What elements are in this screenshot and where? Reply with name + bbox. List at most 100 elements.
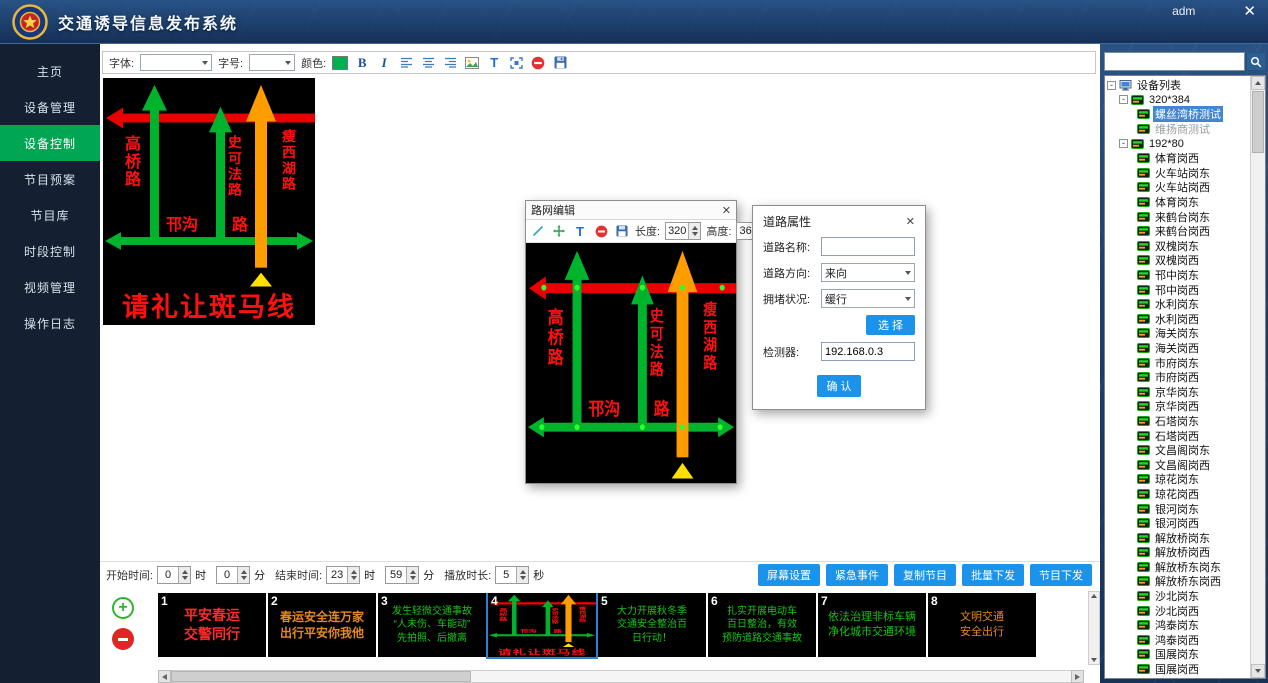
start-hour-spinner[interactable]: 0 (157, 566, 191, 584)
playlist-item[interactable]: 4高桥路史可法路瘦西湖路邗沟路请礼让斑马线 (488, 593, 596, 657)
tree-item[interactable]: 海关岗西 (1105, 341, 1251, 356)
align-left-icon[interactable] (398, 55, 414, 71)
tree-item[interactable]: 琼花岗东 (1105, 472, 1251, 487)
playlist-item[interactable]: 5大力开展秋冬季交通安全整治百日行动！ (598, 593, 706, 657)
spin-down-icon[interactable] (241, 576, 247, 580)
color-swatch[interactable] (332, 56, 348, 70)
tree-item[interactable]: 国展岗西 (1105, 662, 1251, 677)
tree-item[interactable]: 维扬商测试 (1105, 122, 1251, 137)
text-tool-button[interactable]: T (572, 223, 588, 239)
spin-down-icon[interactable] (182, 576, 188, 580)
sidebar-item[interactable]: 设备管理 (0, 89, 100, 125)
tree-item[interactable]: -320*384 (1105, 93, 1251, 108)
end-minute-spinner[interactable]: 59 (385, 566, 419, 584)
length-spinner[interactable]: 320 (665, 222, 701, 240)
tree-item[interactable]: 螺丝湾桥测试 (1105, 107, 1251, 122)
scrollbar-thumb[interactable] (171, 671, 471, 682)
spin-up-icon[interactable] (182, 570, 188, 574)
playlist-vertical-scrollbar[interactable] (1088, 591, 1100, 665)
tree-item[interactable]: 京华岗西 (1105, 399, 1251, 414)
tree-item[interactable]: -192*80 (1105, 136, 1251, 151)
tree-item[interactable]: 沙北岗西 (1105, 603, 1251, 618)
tree-item[interactable]: 鸿泰岗东 (1105, 618, 1251, 633)
scroll-left-button[interactable] (158, 670, 171, 683)
tree-item[interactable]: 来鹤台岗东 (1105, 209, 1251, 224)
action-button[interactable]: 节目下发 (1030, 564, 1092, 586)
font-select[interactable] (140, 54, 212, 71)
tree-item[interactable]: 水利岗东 (1105, 297, 1251, 312)
sidebar-item[interactable]: 操作日志 (0, 305, 100, 341)
tree-item[interactable]: 解放桥岗西 (1105, 545, 1251, 560)
tree-item[interactable]: 琼花岗西 (1105, 487, 1251, 502)
tree-item[interactable]: 石塔岗东 (1105, 414, 1251, 429)
remove-program-button[interactable] (112, 628, 134, 650)
playlist-item[interactable]: 1平安春运交警同行 (158, 593, 266, 657)
draw-line-icon[interactable] (530, 223, 546, 239)
playlist-item[interactable]: 2春运安全连万家出行平安你我他 (268, 593, 376, 657)
insert-image-icon[interactable] (464, 55, 480, 71)
tree-item[interactable]: 解放桥东岗西 (1105, 574, 1251, 589)
tree-item[interactable]: 市府岗西 (1105, 370, 1251, 385)
italic-button[interactable]: I (376, 55, 392, 71)
tree-item[interactable]: 水利岗西 (1105, 312, 1251, 327)
tree-item[interactable]: 解放桥东岗东 (1105, 560, 1251, 575)
spin-down-icon[interactable] (692, 232, 698, 236)
tree-item[interactable]: 国展岗东 (1105, 647, 1251, 662)
confirm-button[interactable]: 确 认 (817, 375, 860, 397)
sidebar-item[interactable]: 设备控制 (0, 125, 100, 161)
dialog-title-bar[interactable]: 路网编辑 ✕ (526, 201, 736, 220)
sidebar-item[interactable]: 节目预案 (0, 161, 100, 197)
tree-item[interactable]: 海关岗东 (1105, 326, 1251, 341)
tree-item[interactable]: 文昌阁岗东 (1105, 443, 1251, 458)
spin-down-icon[interactable] (351, 576, 357, 580)
playlist-item[interactable]: 6扎实开展电动车百日整治，有效预防道路交通事故 (708, 593, 816, 657)
remove-icon[interactable] (530, 55, 546, 71)
action-button[interactable]: 屏幕设置 (758, 564, 820, 586)
tree-item[interactable]: 解放桥岗东 (1105, 530, 1251, 545)
scrollbar-track[interactable] (171, 670, 1071, 683)
tree-item[interactable]: 体育岗东 (1105, 195, 1251, 210)
playlist-item[interactable]: 7依法治理非标车辆净化城市交通环境 (818, 593, 926, 657)
sidebar-item[interactable]: 节目库 (0, 197, 100, 233)
tree-item[interactable]: 火车站岗西 (1105, 180, 1251, 195)
collapse-toggle[interactable]: - (1107, 81, 1116, 90)
tree-item[interactable]: 文昌阁岗西 (1105, 457, 1251, 472)
collapse-toggle[interactable]: - (1119, 139, 1128, 148)
tree-item[interactable]: 体育岗西 (1105, 151, 1251, 166)
road-network-canvas[interactable]: 高桥路史可法路瘦西湖路邗沟路 (526, 243, 736, 483)
tree-item[interactable]: 银河岗东 (1105, 501, 1251, 516)
action-button[interactable]: 批量下发 (962, 564, 1024, 586)
tree-item[interactable]: 石塔岗西 (1105, 428, 1251, 443)
dialog-title-bar[interactable]: 道路属性 ✕ (763, 212, 915, 230)
tree-scrollbar[interactable] (1250, 76, 1265, 678)
bold-button[interactable]: B (354, 55, 370, 71)
spin-up-icon[interactable] (692, 226, 698, 230)
tree-item[interactable]: 双槐岗东 (1105, 239, 1251, 254)
spin-down-icon[interactable] (410, 576, 416, 580)
spin-up-icon[interactable] (351, 570, 357, 574)
window-close-button[interactable]: ✕ (1243, 4, 1256, 19)
road-name-input[interactable] (821, 237, 915, 256)
action-button[interactable]: 紧急事件 (826, 564, 888, 586)
congestion-select[interactable]: 缓行 (821, 289, 915, 308)
sidebar-item[interactable]: 时段控制 (0, 233, 100, 269)
sidebar-item[interactable]: 主页 (0, 53, 100, 89)
detector-input[interactable] (821, 342, 915, 361)
playlist-horizontal-scrollbar[interactable] (158, 670, 1084, 683)
logged-in-user[interactable]: adm (1172, 4, 1195, 18)
tree-item[interactable]: 沙北岗东 (1105, 589, 1251, 604)
font-size-select[interactable] (249, 54, 295, 71)
tree-item[interactable]: 火车站岗东 (1105, 166, 1251, 181)
tree-item[interactable]: 京华岗东 (1105, 384, 1251, 399)
save-icon[interactable] (552, 55, 568, 71)
tree-item[interactable]: 银河岗西 (1105, 516, 1251, 531)
road-direction-select[interactable]: 来向 (821, 263, 915, 282)
scroll-down-button[interactable] (1251, 664, 1265, 678)
move-crosshair-icon[interactable] (551, 223, 567, 239)
scroll-up-button[interactable] (1251, 76, 1265, 90)
align-right-icon[interactable] (442, 55, 458, 71)
device-search-input[interactable] (1104, 52, 1245, 71)
tree-item[interactable]: 市府岗东 (1105, 355, 1251, 370)
sidebar-item[interactable]: 视频管理 (0, 269, 100, 305)
dialog-close-button[interactable]: ✕ (906, 215, 915, 228)
